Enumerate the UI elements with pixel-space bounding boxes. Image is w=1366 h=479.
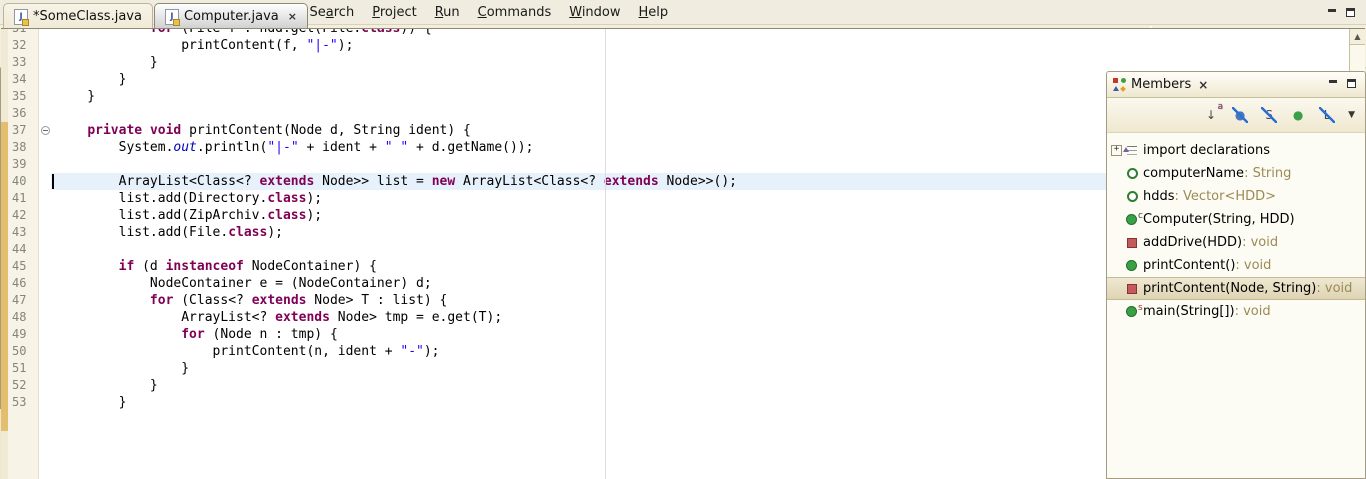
field-icon xyxy=(1125,168,1143,179)
close-icon[interactable]: × xyxy=(1198,78,1208,92)
line-number: 49 xyxy=(8,326,38,343)
line-number: 47 xyxy=(8,292,38,309)
members-title: Members xyxy=(1131,77,1191,92)
quick-diff-strip xyxy=(1,29,8,479)
member-label: main(String[]) xyxy=(1143,304,1235,319)
member-label: Computer(String, HDD) xyxy=(1143,212,1295,227)
member-label: import declarations xyxy=(1143,143,1270,158)
line-number: 33 xyxy=(8,54,38,71)
show-public-button[interactable]: ● xyxy=(1290,107,1306,123)
maximize-button[interactable] xyxy=(1345,8,1358,19)
method-private-icon xyxy=(1125,284,1143,294)
members-icon xyxy=(1113,78,1126,91)
member-item-hdds[interactable]: hdds : Vector<HDD> xyxy=(1107,185,1365,208)
member-label: computerName xyxy=(1143,166,1244,181)
line-number: 51 xyxy=(8,360,38,377)
member-item-adddrive-hdd-[interactable]: addDrive(HDD) : void xyxy=(1107,231,1365,254)
member-type: : String xyxy=(1244,166,1291,181)
member-label: hdds xyxy=(1143,189,1175,204)
editor-tab-label: Computer.java xyxy=(184,9,279,24)
line-number: 31 xyxy=(8,28,38,37)
member-item-computer-string-hdd-[interactable]: cComputer(String, HDD) xyxy=(1107,208,1365,231)
view-menu-button[interactable]: ▼ xyxy=(1348,110,1355,120)
minimize-button[interactable] xyxy=(1327,79,1340,90)
line-number: 53 xyxy=(8,394,38,411)
code-line: } xyxy=(51,54,1350,71)
maximize-button[interactable] xyxy=(1346,79,1359,90)
code-line: printContent(f, "|-"); xyxy=(51,37,1350,54)
editor-tab-bar: J *SomeClass.java J Computer.java × xyxy=(1,1,801,29)
editor-tab-computer-java[interactable]: J Computer.java × xyxy=(154,3,308,29)
eclipse-workbench: FileEditSourceRefactorNavigateSearchProj… xyxy=(0,0,1366,479)
hide-local-icon: L xyxy=(1319,107,1335,123)
public-dot-icon: ● xyxy=(1290,107,1306,123)
editor-area: J *SomeClass.java J Computer.java × 31323334… xyxy=(0,0,802,409)
members-toolbar: ↓a ● S ● L ▼ xyxy=(1107,98,1365,133)
sort-button[interactable]: ↓a xyxy=(1203,107,1219,123)
java-file-icon: J xyxy=(14,9,28,25)
line-number: 48 xyxy=(8,309,38,326)
line-number: 45 xyxy=(8,258,38,275)
line-number: 44 xyxy=(8,241,38,258)
line-number: 52 xyxy=(8,377,38,394)
method-public-icon xyxy=(1125,260,1143,271)
view-menu-caret-icon: ▼ xyxy=(1348,110,1355,120)
editor-tab-label: *SomeClass.java xyxy=(33,9,142,24)
line-number: 41 xyxy=(8,190,38,207)
member-item-computername[interactable]: computerName : String xyxy=(1107,162,1365,185)
member-type: : void xyxy=(1235,304,1271,319)
code-line: for (File f : hdd.get(File.class)) { xyxy=(51,29,1350,37)
minimize-button[interactable] xyxy=(1326,8,1339,19)
scroll-up-icon[interactable]: ▲ xyxy=(1350,29,1365,45)
line-number: 46 xyxy=(8,275,38,292)
line-number: 35 xyxy=(8,88,38,105)
line-number: 32 xyxy=(8,37,38,54)
member-item-import-declarations[interactable]: +import declarations xyxy=(1107,139,1365,162)
method-public-icon: s xyxy=(1125,306,1143,317)
hide-fields-button[interactable]: ● xyxy=(1232,107,1248,123)
line-number: 38 xyxy=(8,139,38,156)
print-margin-line xyxy=(605,29,606,479)
member-label: printContent(Node, String) xyxy=(1143,281,1316,296)
java-file-icon: J xyxy=(165,9,179,25)
method-private-icon xyxy=(1125,238,1143,248)
member-item-main-string-[interactable]: smain(String[]) : void xyxy=(1107,300,1365,323)
members-list: +import declarationscomputerName : Strin… xyxy=(1107,133,1365,323)
member-item-printcontent-[interactable]: printContent() : void xyxy=(1107,254,1365,277)
hide-fields-icon: ● xyxy=(1232,107,1248,123)
line-number: 37 xyxy=(8,122,38,139)
text-cursor xyxy=(52,174,54,189)
member-type: : void xyxy=(1316,281,1352,296)
member-type: : void xyxy=(1242,235,1278,250)
line-number: 39 xyxy=(8,156,38,173)
field-icon xyxy=(1125,191,1143,202)
members-panel: Members × ↓a●S●L▼ +import declarationsco… xyxy=(1106,71,1366,479)
sort-icon: ↓a xyxy=(1203,107,1219,123)
line-number: 43 xyxy=(8,224,38,241)
member-type: : void xyxy=(1235,258,1271,273)
member-label: printContent() xyxy=(1143,258,1235,273)
editor-tab--someclass-java[interactable]: J *SomeClass.java xyxy=(3,3,153,29)
hide-static-button[interactable]: S xyxy=(1261,107,1277,123)
member-type: : Vector<HDD> xyxy=(1175,189,1277,204)
hide-local-types-button[interactable]: L xyxy=(1319,107,1335,123)
line-number: 42 xyxy=(8,207,38,224)
line-number: 40 xyxy=(8,173,38,190)
line-number: 36 xyxy=(8,105,38,122)
members-header: Members × xyxy=(1107,72,1365,98)
line-number: 50 xyxy=(8,343,38,360)
member-item-printcontent-node-string-[interactable]: printContent(Node, String) : void xyxy=(1107,277,1365,300)
member-label: addDrive(HDD) xyxy=(1143,235,1242,250)
line-number: 34 xyxy=(8,71,38,88)
line-number-gutter: 3132333435363738394041424344454647484950… xyxy=(8,29,38,479)
fold-collapse-icon[interactable] xyxy=(41,126,50,135)
constructor-icon: c xyxy=(1125,214,1143,225)
close-icon[interactable]: × xyxy=(288,10,297,23)
folding-column xyxy=(38,29,52,479)
hide-static-icon: S xyxy=(1261,107,1277,123)
imports-icon xyxy=(1125,146,1143,155)
